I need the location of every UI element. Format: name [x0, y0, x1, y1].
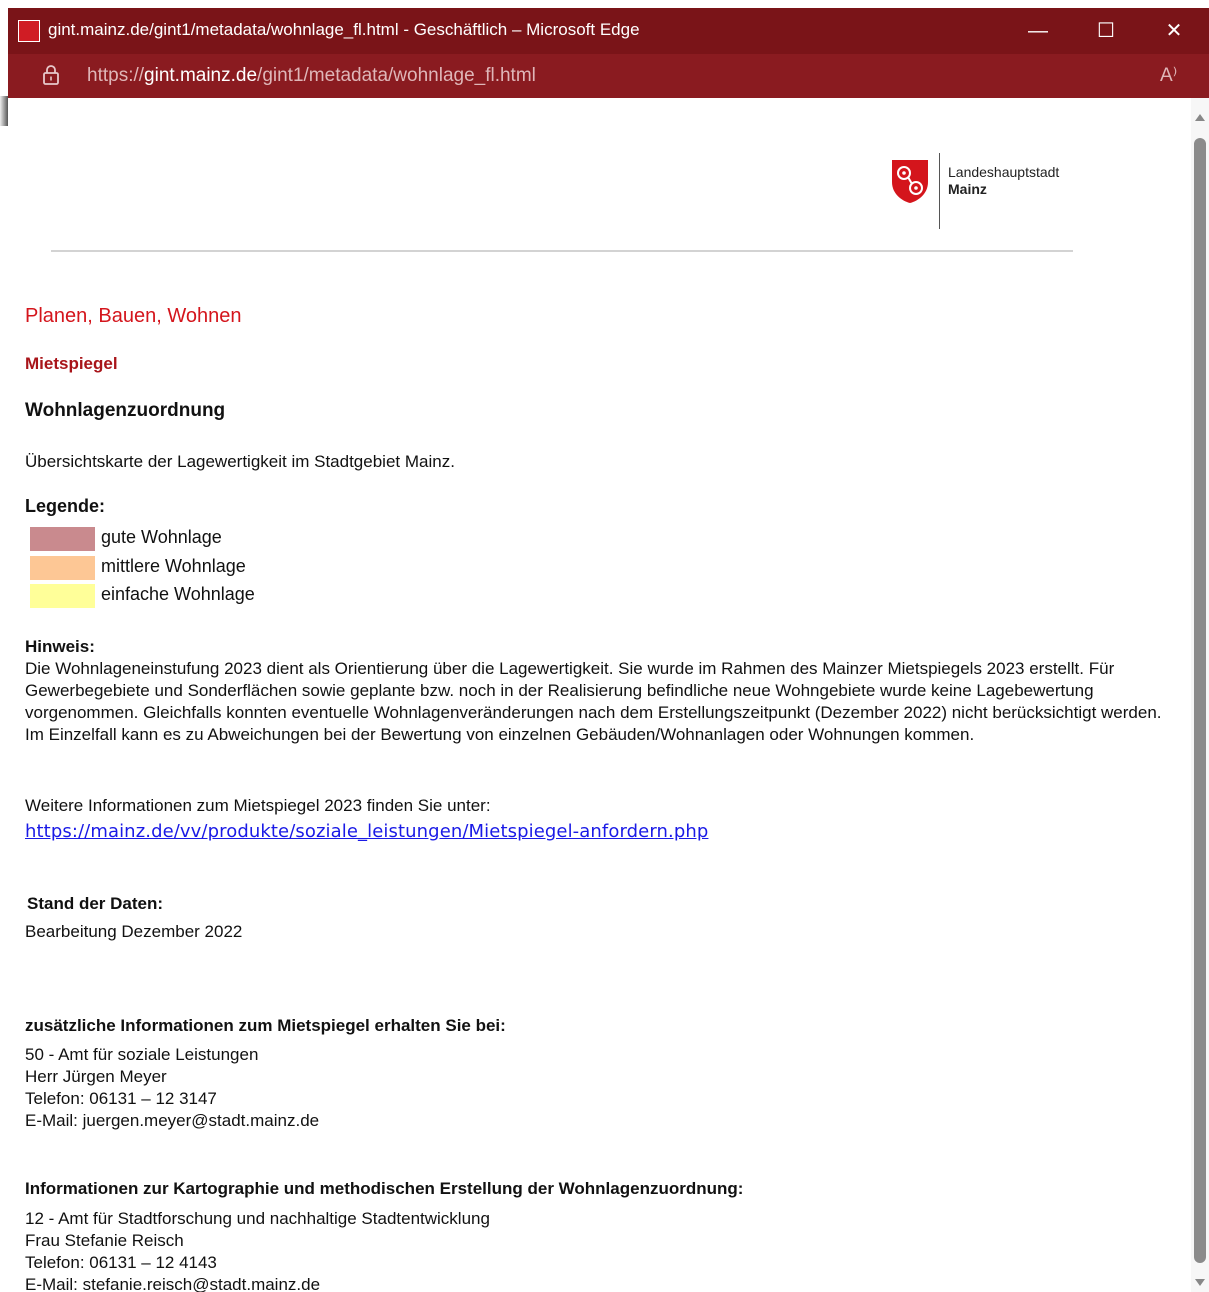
data-status-text: Bearbeitung Dezember 2022 — [25, 922, 243, 941]
scroll-up-arrow-icon[interactable] — [1195, 114, 1205, 121]
window-title: gint.mainz.de/gint1/metadata/wohnlage_fl… — [48, 20, 640, 39]
contact-carto-email: E-Mail: stefanie.reisch@stadt.mainz.de — [25, 1275, 321, 1292]
close-button[interactable]: ✕ — [1140, 8, 1208, 54]
contact-rent-email: E-Mail: juergen.meyer@stadt.mainz.de — [25, 1111, 320, 1130]
address-bar[interactable]: https://gint.mainz.de/gint1/metadata/woh… — [8, 54, 1209, 98]
legend-label-medium: mittlere Wohnlage — [101, 556, 246, 576]
more-info-text: Weitere Informationen zum Mietspiegel 20… — [25, 796, 491, 815]
hint-text: Die Wohnlageneinstufung 2023 dient als O… — [25, 659, 1162, 744]
contact-rent-title: zusätzliche Informationen zum Mietspiege… — [25, 1016, 506, 1035]
minimize-button[interactable]: — — [1004, 8, 1072, 54]
legend-title: Legende: — [25, 496, 106, 516]
hint-title: Hinweis: — [25, 637, 95, 656]
window-edge — [0, 96, 8, 126]
scroll-down-arrow-icon[interactable] — [1195, 1279, 1205, 1286]
lock-icon[interactable] — [42, 64, 60, 86]
read-aloud-icon[interactable]: A⁾ — [1160, 64, 1177, 87]
legend-swatch-medium — [30, 556, 95, 580]
mainz-coat-of-arms-icon — [892, 160, 928, 203]
browser-window: gint.mainz.de/gint1/metadata/wohnlage_fl… — [8, 8, 1209, 1292]
maximize-button[interactable]: ☐ — [1072, 8, 1140, 54]
legend-swatch-simple — [30, 584, 95, 608]
intro-text: Übersichtskarte der Lagewertigkeit im St… — [25, 452, 455, 471]
vertical-scrollbar[interactable] — [1191, 98, 1209, 1292]
mietspiegel-link[interactable]: https://mainz.de/vv/produkte/soziale_lei… — [25, 821, 708, 842]
contact-carto-phone: Telefon: 06131 – 12 4143 — [25, 1253, 217, 1272]
logo-text-line1: Landeshauptstadt — [948, 164, 1060, 180]
contact-rent-office: 50 - Amt für soziale Leistungen — [25, 1045, 259, 1064]
legend-swatch-good — [30, 527, 95, 551]
legend-label-simple: einfache Wohnlage — [101, 584, 255, 604]
header-divider — [51, 250, 1073, 252]
contact-carto-title: Informationen zur Kartographie und metho… — [25, 1179, 744, 1198]
contact-carto-block: 12 - Amt für Stadtforschung und nachhalt… — [25, 1208, 490, 1292]
data-status-title: Stand der Daten: — [27, 894, 164, 913]
page-content: Landeshauptstadt Mainz Planen, Bauen, Wo… — [8, 98, 1191, 1292]
city-logo: Landeshauptstadt Mainz — [890, 150, 1110, 230]
contact-rent-block: 50 - Amt für soziale Leistungen Herr Jür… — [25, 1044, 319, 1132]
site-favicon-icon — [18, 20, 40, 42]
contact-rent-phone: Telefon: 06131 – 12 3147 — [25, 1089, 217, 1108]
logo-text-line2: Mainz — [948, 181, 987, 197]
legend-label-good: gute Wohnlage — [101, 527, 222, 547]
page-title: Planen, Bauen, Wohnen — [25, 305, 242, 327]
title-bar[interactable]: gint.mainz.de/gint1/metadata/wohnlage_fl… — [8, 8, 1209, 54]
section-title: Mietspiegel — [25, 354, 118, 373]
url-field[interactable]: https://gint.mainz.de/gint1/metadata/woh… — [87, 65, 536, 87]
url-prefix: https:// — [87, 65, 145, 86]
subsection-title: Wohnlagenzuordnung — [25, 400, 226, 421]
contact-carto-office: 12 - Amt für Stadtforschung und nachhalt… — [25, 1209, 490, 1228]
scrollbar-thumb[interactable] — [1194, 138, 1206, 1263]
contact-rent-person: Herr Jürgen Meyer — [25, 1067, 167, 1086]
url-host: gint.mainz.de — [144, 65, 258, 86]
url-path: /gint1/metadata/wohnlage_fl.html — [257, 65, 536, 86]
contact-carto-person: Frau Stefanie Reisch — [25, 1231, 184, 1250]
logo-divider — [939, 153, 940, 229]
